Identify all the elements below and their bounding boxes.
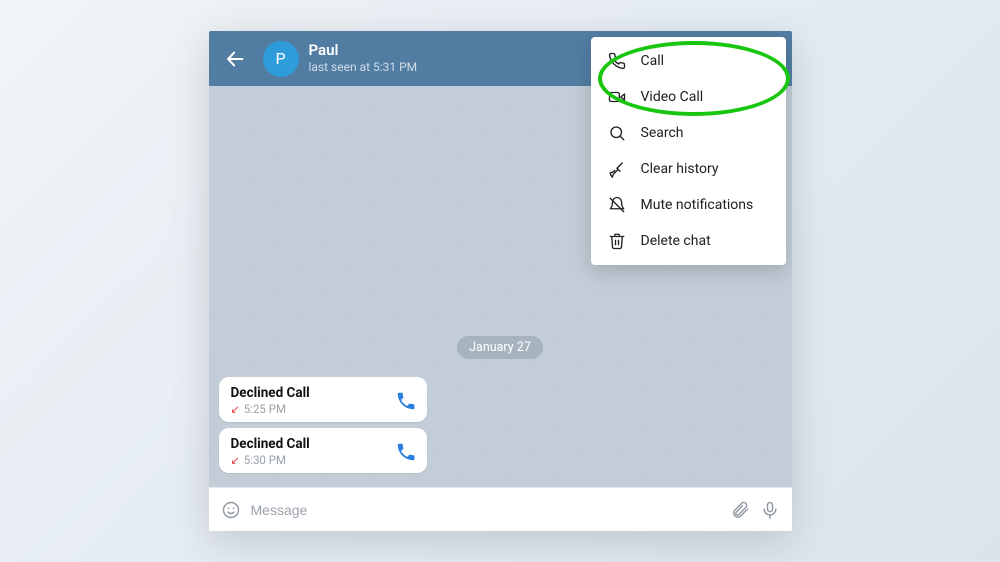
voice-message-button[interactable] [760,500,780,520]
trash-icon [607,232,627,250]
menu-item-label: Search [641,125,684,141]
call-declined-arrow-icon: ↙ [231,404,240,415]
chat-window: P Paul last seen at 5:31 PM January 27 D… [209,31,792,531]
contact-name: Paul [309,42,418,59]
menu-item-mute-notifications[interactable]: Mute notifications [591,187,786,223]
paperclip-icon [730,500,750,520]
menu-item-label: Mute notifications [641,197,754,213]
menu-item-label: Delete chat [641,233,711,249]
message-bubble[interactable]: Declined Call ↙ 5:30 PM [219,428,427,473]
menu-item-clear-history[interactable]: Clear history [591,151,786,187]
call-time: 5:30 PM [244,453,286,467]
back-button[interactable] [221,45,249,73]
menu-item-label: Video Call [641,89,704,105]
message-bubble[interactable]: Declined Call ↙ 5:25 PM [219,377,427,422]
contact-status: last seen at 5:31 PM [309,61,418,75]
call-title: Declined Call [231,436,387,452]
phone-icon[interactable] [395,390,417,412]
phone-icon [607,52,627,70]
emoji-icon [221,500,241,520]
broom-icon [607,160,627,178]
video-icon [607,88,627,106]
microphone-icon [760,500,780,520]
context-menu: Call Video Call Search Clear history Mut… [591,37,786,265]
message-input[interactable] [251,502,720,518]
attach-button[interactable] [730,500,750,520]
call-title: Declined Call [231,385,387,401]
call-time: 5:25 PM [244,402,286,416]
call-declined-arrow-icon: ↙ [231,455,240,466]
message-input-bar [209,487,792,531]
menu-item-label: Call [641,53,665,69]
contact-avatar[interactable]: P [263,41,299,77]
menu-item-search[interactable]: Search [591,115,786,151]
phone-icon[interactable] [395,441,417,463]
avatar-initial: P [275,49,285,68]
contact-title-block[interactable]: Paul last seen at 5:31 PM [309,42,418,74]
date-separator: January 27 [457,336,543,359]
menu-item-call[interactable]: Call [591,43,786,79]
search-icon [607,124,627,142]
menu-item-label: Clear history [641,161,719,177]
bell-off-icon [607,196,627,214]
menu-item-delete-chat[interactable]: Delete chat [591,223,786,259]
arrow-left-icon [224,48,246,70]
emoji-button[interactable] [221,500,241,520]
menu-item-video-call[interactable]: Video Call [591,79,786,115]
